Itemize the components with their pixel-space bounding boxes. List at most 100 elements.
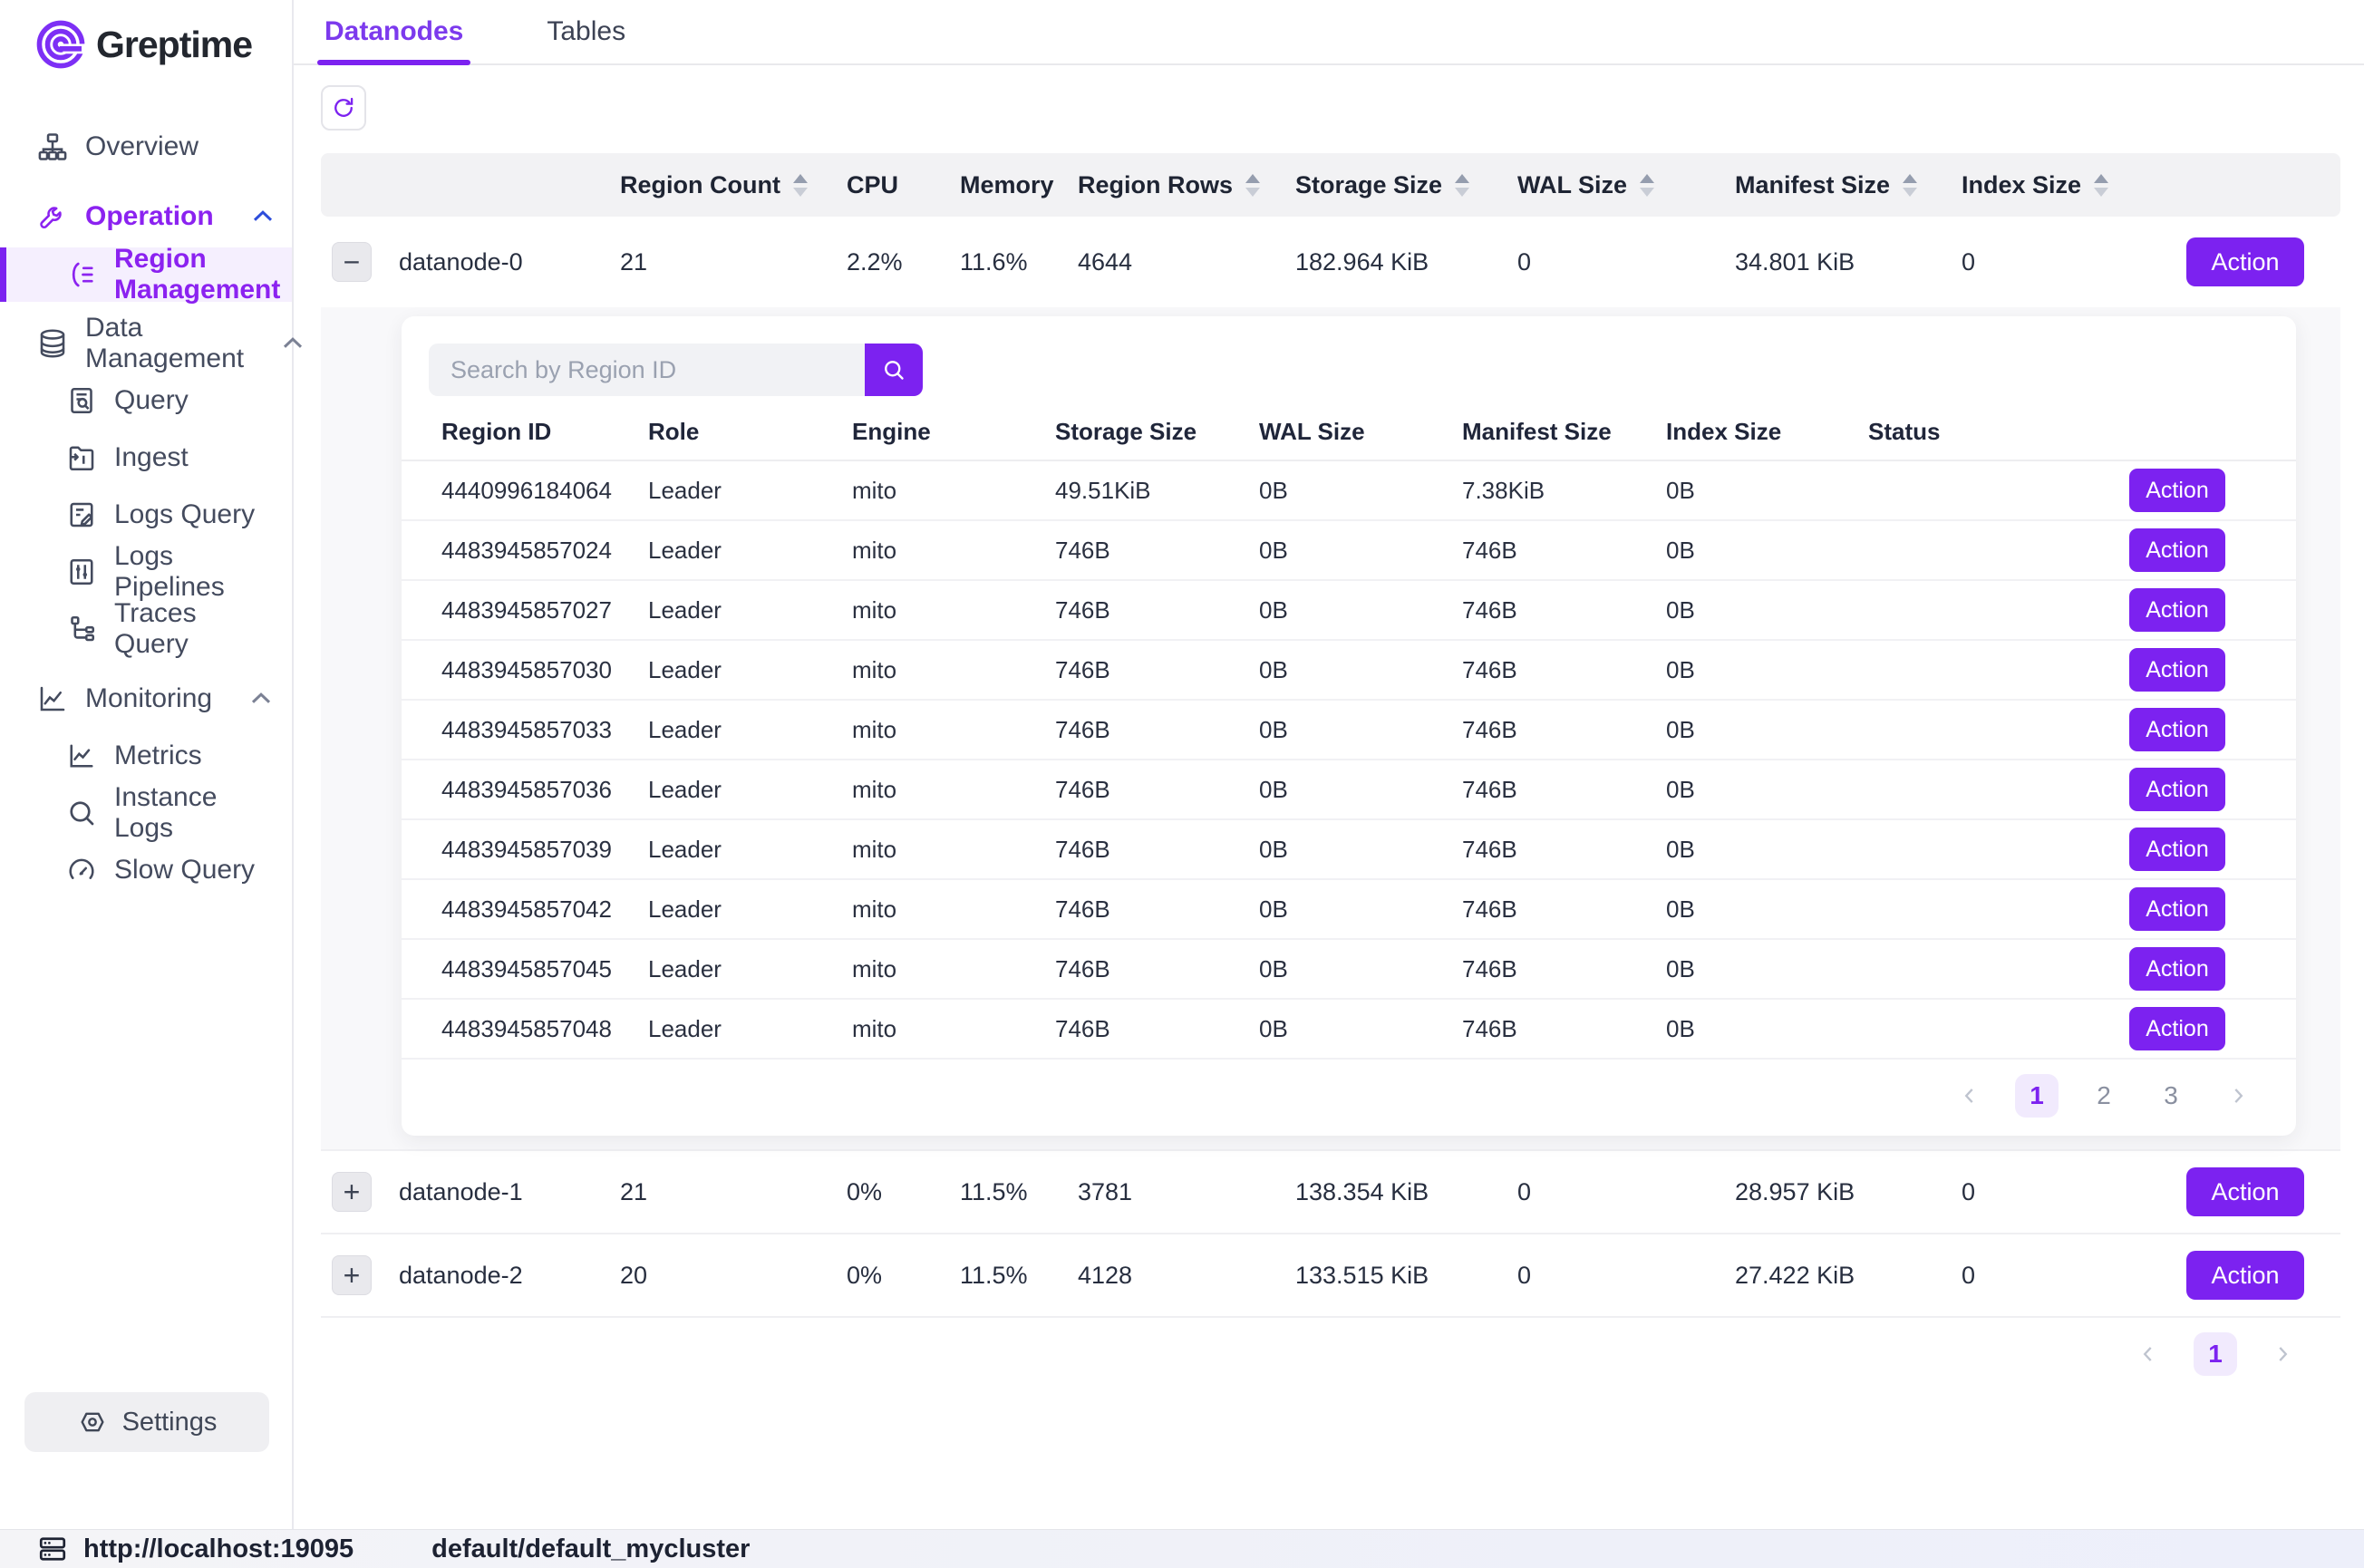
sort-index-size[interactable]	[2094, 174, 2108, 197]
expand-button[interactable]: +	[332, 1172, 372, 1212]
sidebar-group-label: Operation	[85, 201, 214, 232]
cell-region-count: 20	[620, 1262, 847, 1290]
datanode-action-button[interactable]: Action	[2186, 237, 2304, 286]
status-bar: http://localhost:19095 default/default_m…	[0, 1529, 2364, 1568]
region-action-button[interactable]: Action	[2129, 588, 2225, 632]
cell-storage-size: 746B	[1055, 537, 1259, 565]
search-button[interactable]	[865, 344, 923, 396]
col-status: Status	[1868, 418, 2072, 446]
region-action-button[interactable]: Action	[2129, 648, 2225, 692]
cell-wal-size: 0	[1517, 1178, 1735, 1206]
cell-wal-size: 0B	[1259, 776, 1462, 804]
sort-wal-size[interactable]	[1640, 174, 1654, 197]
plus-icon: +	[344, 1177, 361, 1206]
prev-page-button[interactable]	[2127, 1332, 2170, 1376]
prev-page-button[interactable]	[1948, 1074, 1991, 1118]
sidebar-group-monitoring[interactable]: Monitoring	[0, 670, 292, 727]
cell-region-id: 4483945857024	[441, 537, 648, 565]
col-index-size: Index Size	[1962, 171, 2081, 199]
region-action-button[interactable]: Action	[2129, 708, 2225, 751]
chevron-up-icon[interactable]	[245, 682, 277, 715]
chevron-up-icon[interactable]	[276, 327, 309, 360]
sidebar-group-operation[interactable]: Operation	[0, 188, 292, 245]
collapse-button[interactable]: −	[332, 242, 372, 282]
cell-manifest-size: 746B	[1462, 1015, 1666, 1043]
cell-region-id: 4483945857027	[441, 596, 648, 624]
sort-region-count[interactable]	[793, 174, 808, 197]
sidebar: Greptime Overview Operation	[0, 0, 294, 1529]
server-url[interactable]: http://localhost:19095	[83, 1534, 354, 1564]
region-action-button[interactable]: Action	[2129, 947, 2225, 991]
sort-region-rows[interactable]	[1245, 174, 1260, 197]
sidebar-item-overview[interactable]: Overview	[0, 118, 292, 175]
region-action-button[interactable]: Action	[2129, 528, 2225, 572]
region-table-row: 4483945857033 Leader mito 746B 0B 746B 0…	[402, 701, 2296, 760]
sidebar-item-query[interactable]: Query	[0, 372, 292, 429]
tab-tables[interactable]: Tables	[543, 16, 629, 63]
region-action-button[interactable]: Action	[2129, 887, 2225, 931]
region-action-button[interactable]: Action	[2129, 828, 2225, 871]
region-table-row: 4483945857024 Leader mito 746B 0B 746B 0…	[402, 521, 2296, 581]
sort-storage-size[interactable]	[1455, 174, 1469, 197]
datanodes-table: Region Count CPU Memory Region Rows Stor…	[321, 153, 2340, 1376]
page-button-2[interactable]: 2	[2082, 1074, 2126, 1118]
sidebar-item-instance-logs[interactable]: Instance Logs	[0, 784, 292, 841]
search-input[interactable]	[429, 344, 865, 396]
region-action-button[interactable]: Action	[2129, 469, 2225, 512]
expand-button[interactable]: +	[332, 1255, 372, 1295]
cluster-name[interactable]: default/default_mycluster	[431, 1534, 750, 1564]
cell-manifest-size: 746B	[1462, 776, 1666, 804]
datanode-action-button[interactable]: Action	[2186, 1167, 2304, 1216]
sidebar-item-label: Metrics	[114, 740, 202, 771]
cell-wal-size: 0B	[1259, 596, 1462, 624]
cell-index-size: 0B	[1666, 716, 1868, 744]
datanode-action-button[interactable]: Action	[2186, 1251, 2304, 1300]
next-page-button[interactable]	[2261, 1332, 2304, 1376]
sidebar-item-region-management[interactable]: Region Management	[0, 247, 292, 302]
sidebar-item-traces-query[interactable]: Traces Query	[0, 600, 292, 657]
region-action-button[interactable]: Action	[2129, 768, 2225, 811]
sidebar-item-logs-query[interactable]: Logs Query	[0, 486, 292, 543]
search-icon	[880, 356, 907, 383]
col-manifest-size: Manifest Size	[1462, 418, 1666, 446]
sidebar-item-label: Logs Query	[114, 499, 255, 530]
region-action-button[interactable]: Action	[2129, 1007, 2225, 1050]
cell-index-size: 0B	[1666, 955, 1868, 983]
sidebar-item-ingest[interactable]: Ingest	[0, 429, 292, 486]
chevron-up-icon[interactable]	[247, 200, 279, 233]
col-region-count: Region Count	[620, 171, 780, 199]
col-role: Role	[648, 418, 852, 446]
settings-button[interactable]: Settings	[24, 1392, 269, 1452]
sort-manifest-size[interactable]	[1903, 174, 1917, 197]
cell-role: Leader	[648, 596, 852, 624]
cell-index-size: 0B	[1666, 537, 1868, 565]
cell-wal-size: 0B	[1259, 895, 1462, 924]
cell-wal-size: 0	[1517, 248, 1735, 276]
speedometer-icon	[65, 854, 98, 886]
cell-memory: 11.6%	[960, 248, 1078, 276]
sidebar-item-slow-query[interactable]: Slow Query	[0, 841, 292, 898]
col-region-id: Region ID	[441, 418, 648, 446]
refresh-button[interactable]	[321, 85, 366, 131]
cell-storage-size: 746B	[1055, 1015, 1259, 1043]
cell-storage-size: 138.354 KiB	[1295, 1178, 1517, 1206]
sidebar-group-label: Monitoring	[85, 683, 212, 714]
sidebar-group-data-management[interactable]: Data Management	[0, 315, 292, 372]
ingest-icon	[65, 441, 98, 474]
sidebar-item-metrics[interactable]: Metrics	[0, 727, 292, 784]
page-button-1[interactable]: 1	[2194, 1332, 2237, 1376]
tab-datanodes[interactable]: Datanodes	[321, 16, 467, 63]
cell-manifest-size: 746B	[1462, 895, 1666, 924]
cell-wal-size: 0B	[1259, 656, 1462, 684]
page-button-1[interactable]: 1	[2015, 1074, 2059, 1118]
cell-region-count: 21	[620, 1178, 847, 1206]
wrench-icon	[36, 200, 69, 233]
cell-memory: 11.5%	[960, 1262, 1078, 1290]
next-page-button[interactable]	[2216, 1074, 2260, 1118]
cell-wal-size: 0B	[1259, 1015, 1462, 1043]
region-table-row: 4440996184064 Leader mito 49.51KiB 0B 7.…	[402, 461, 2296, 521]
cell-region-id: 4483945857033	[441, 716, 648, 744]
sidebar-item-logs-pipelines[interactable]: Logs Pipelines	[0, 543, 292, 600]
page-button-3[interactable]: 3	[2149, 1074, 2193, 1118]
datanodes-pagination: 1	[321, 1332, 2304, 1376]
